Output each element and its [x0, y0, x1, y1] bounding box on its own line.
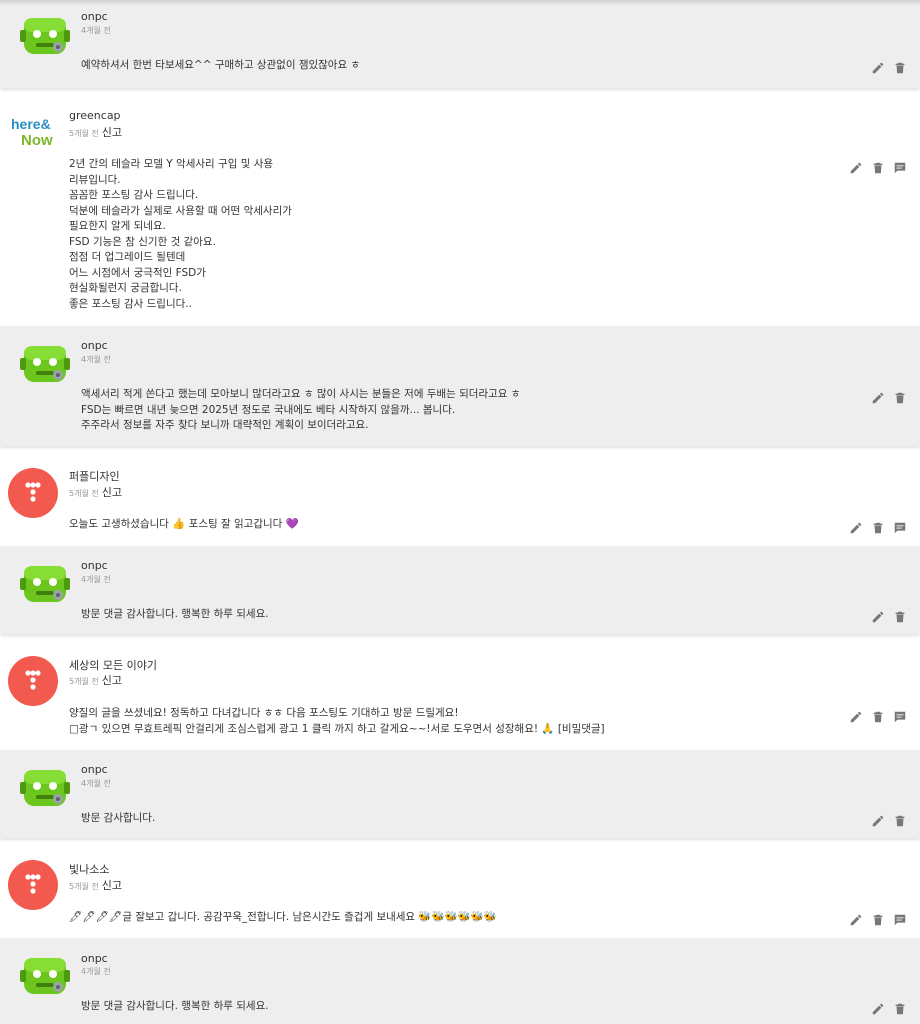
here-and-now-logo-icon: here& Now	[11, 116, 53, 149]
comment-text: 2년 간의 테슬라 모델 Y 악세사리 구입 및 사용 리뷰입니다. 꼼꼼한 포…	[69, 158, 292, 310]
edit-icon[interactable]	[871, 60, 885, 74]
edit-icon[interactable]	[849, 160, 863, 174]
green-robot-avatar-icon	[20, 18, 70, 54]
comment-time: 5개월 전	[69, 882, 99, 891]
comment-meta: 5개월 전 신고	[69, 672, 122, 688]
comment-actions	[871, 390, 907, 404]
delete-icon[interactable]	[893, 813, 907, 827]
avatar[interactable]	[20, 950, 70, 1000]
comment-actions	[849, 912, 907, 926]
comment-text: 예약하셔서 한번 타보세요^^ 구매하고 상관없이 잼있잖아요 ㅎ	[81, 59, 361, 71]
comment-text: 방문 댓글 감사합니다. 행복한 하루 되세요.	[81, 608, 269, 620]
comment-item: 퍼플디자인 5개월 전 신고 오늘도 고생하셨습니다 👍 포스팅 잘 읽고갑니다 …	[0, 456, 920, 544]
report-link[interactable]: 신고	[102, 879, 122, 892]
avatar[interactable]	[20, 558, 70, 608]
delete-icon[interactable]	[871, 520, 885, 534]
delete-icon[interactable]	[893, 60, 907, 74]
green-robot-avatar-icon	[20, 346, 70, 382]
comment-meta: 5개월 전 신고	[69, 877, 122, 893]
report-link[interactable]: 신고	[102, 126, 122, 139]
author-name[interactable]: 빛나소소	[69, 861, 109, 877]
author-name[interactable]: 퍼플디자인	[69, 468, 120, 484]
comment-item: 세상의 모든 이야기 5개월 전 신고 양질의 글을 쓰셨네요! 정독하고 다녀갑…	[0, 644, 920, 748]
author-name[interactable]: onpc	[81, 339, 108, 352]
comment-actions	[871, 60, 907, 74]
author-name[interactable]: onpc	[81, 763, 108, 776]
avatar[interactable]	[8, 656, 58, 706]
svg-text:here&: here&	[11, 116, 51, 132]
edit-icon[interactable]	[849, 709, 863, 723]
comment-actions	[871, 1001, 907, 1015]
delete-icon[interactable]	[871, 160, 885, 174]
comment-text: 오늘도 고생하셨습니다 👍 포스팅 잘 읽고갑니다 💜	[69, 518, 299, 530]
comment-actions	[849, 520, 907, 534]
comment-text: 방문 댓글 감사합니다. 행복한 하루 되세요.	[81, 1000, 269, 1012]
avatar[interactable]	[8, 468, 58, 518]
author-name[interactable]: onpc	[81, 559, 108, 572]
comment-time: 5개월 전	[69, 677, 99, 686]
delete-icon[interactable]	[893, 390, 907, 404]
comment-text: 🖊🖊🖊🖊글 잘보고 갑니다. 공감꾸욱_전합니다. 남은시간도 즐겁게 보내세요…	[69, 911, 497, 923]
reply-icon[interactable]	[893, 709, 907, 723]
delete-icon[interactable]	[893, 609, 907, 623]
comment-actions	[871, 609, 907, 623]
comment-time: 5개월 전	[69, 489, 99, 498]
comment-item: 빛나소소 5개월 전 신고 🖊🖊🖊🖊글 잘보고 갑니다. 공감꾸욱_전합니다. 남…	[0, 848, 920, 936]
pink-dots-avatar-icon	[25, 874, 41, 894]
green-robot-avatar-icon	[20, 770, 70, 806]
avatar[interactable]	[20, 10, 70, 60]
author-name[interactable]: onpc	[81, 10, 108, 23]
reply-item: onpc 4개월 전 예약하셔서 한번 타보세요^^ 구매하고 상관없이 잼있잖…	[0, 0, 920, 88]
comment-time: 5개월 전	[69, 129, 99, 138]
comment-meta: 5개월 전 신고	[69, 484, 122, 500]
reply-item: onpc 4개월 전 방문 감사합니다.	[0, 750, 920, 838]
comment-meta: 5개월 전 신고	[69, 124, 122, 140]
comment-time: 4개월 전	[81, 575, 111, 584]
delete-icon[interactable]	[871, 709, 885, 723]
reply-icon[interactable]	[893, 520, 907, 534]
report-link[interactable]: 신고	[102, 486, 122, 499]
avatar[interactable]	[20, 762, 70, 812]
green-robot-avatar-icon	[20, 566, 70, 602]
svg-text:Now: Now	[21, 132, 53, 149]
avatar[interactable]: here& Now	[8, 105, 58, 155]
comment-text: 양질의 글을 쓰셨네요! 정독하고 다녀갑니다 ㅎㅎ 다음 포스팅도 기대하고 …	[69, 707, 605, 735]
comment-time: 4개월 전	[81, 967, 111, 976]
reply-item: onpc 4개월 전 방문 댓글 감사합니다. 행복한 하루 되세요.	[0, 546, 920, 634]
comment-time: 4개월 전	[81, 26, 111, 35]
author-name[interactable]: onpc	[81, 952, 108, 965]
edit-icon[interactable]	[871, 1001, 885, 1015]
comment-actions	[871, 813, 907, 827]
edit-icon[interactable]	[849, 520, 863, 534]
edit-icon[interactable]	[871, 390, 885, 404]
reply-icon[interactable]	[893, 912, 907, 926]
comment-list: onpc 4개월 전 예약하셔서 한번 타보세요^^ 구매하고 상관없이 잼있잖…	[0, 0, 920, 1024]
edit-icon[interactable]	[871, 609, 885, 623]
edit-icon[interactable]	[871, 813, 885, 827]
avatar[interactable]	[20, 338, 70, 388]
avatar[interactable]	[8, 860, 58, 910]
comment-time: 4개월 전	[81, 779, 111, 788]
edit-icon[interactable]	[849, 912, 863, 926]
report-link[interactable]: 신고	[102, 674, 122, 687]
reply-item: onpc 4개월 전 액세서리 적게 쓴다고 했는데 모아보니 많더라고요 ㅎ …	[0, 326, 920, 446]
pink-dots-avatar-icon	[25, 670, 41, 690]
author-name[interactable]: 세상의 모든 이야기	[69, 657, 157, 673]
comment-text: 방문 감사합니다.	[81, 812, 156, 824]
comment-time: 4개월 전	[81, 355, 111, 364]
delete-icon[interactable]	[893, 1001, 907, 1015]
comment-actions	[849, 709, 907, 723]
reply-icon[interactable]	[893, 160, 907, 174]
comment-text: 액세서리 적게 쓴다고 했는데 모아보니 많더라고요 ㅎ 많이 사시는 분들은 …	[81, 388, 521, 431]
comment-actions	[849, 160, 907, 174]
delete-icon[interactable]	[871, 912, 885, 926]
reply-item: onpc 4개월 전 방문 댓글 감사합니다. 행복한 하루 되세요.	[0, 938, 920, 1024]
author-name[interactable]: greencap	[69, 109, 121, 122]
pink-dots-avatar-icon	[25, 482, 41, 502]
comment-item: here& Now greencap 5개월 전 신고 2년 간의 테슬라 모델 …	[0, 95, 920, 325]
green-robot-avatar-icon	[20, 958, 70, 994]
